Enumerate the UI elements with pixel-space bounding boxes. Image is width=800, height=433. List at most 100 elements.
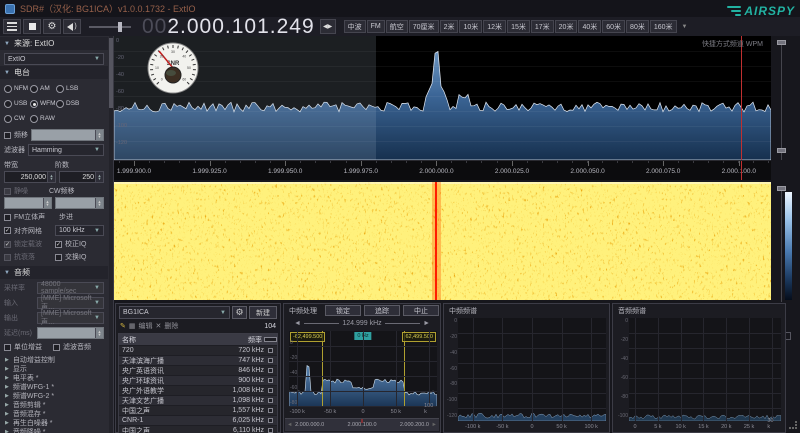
radio-panel-header[interactable]: ▼电台: [0, 66, 108, 79]
profile-select[interactable]: BG1ICA▼: [119, 306, 230, 319]
mode-radio-raw[interactable]: RAW: [30, 111, 56, 126]
table-row[interactable]: 720720 kHz: [119, 345, 277, 355]
col-name[interactable]: 名称: [119, 335, 222, 345]
row-checkbox[interactable]: [264, 418, 277, 423]
lock-carrier-checkbox[interactable]: [4, 241, 11, 248]
table-row[interactable]: 中国之声1,557 kHz: [119, 405, 277, 415]
band-button[interactable]: 40米: [578, 20, 601, 33]
zoom-slider-track[interactable]: [781, 40, 782, 160]
mode-radio-nfm[interactable]: NFM: [4, 81, 30, 96]
table-row[interactable]: CNR-16,025 kHz: [119, 415, 277, 425]
audio-panel-header[interactable]: ▼音频: [0, 266, 108, 279]
tuning-line[interactable]: [741, 36, 742, 160]
row-checkbox[interactable]: [264, 408, 277, 413]
sidebar-scrollbar[interactable]: [109, 36, 113, 433]
band-button[interactable]: FM: [367, 20, 385, 33]
fm-edit-label[interactable]: 编辑: [139, 321, 153, 331]
filter-select[interactable]: Hamming▼: [28, 144, 104, 156]
frequency-step-buttons[interactable]: ◀▶: [320, 19, 336, 34]
band-button[interactable]: 12米: [483, 20, 506, 33]
band-overflow-caret[interactable]: ▼: [682, 24, 688, 30]
band-button[interactable]: 17米: [531, 20, 554, 33]
mute-button[interactable]: ): [63, 19, 81, 34]
delete-x-icon[interactable]: ✕: [156, 322, 162, 330]
span-indicator[interactable]: ◄ 124.999 kHz ►: [284, 317, 440, 329]
source-select[interactable]: ExtIO▼: [4, 53, 104, 65]
unity-gain-checkbox[interactable]: [4, 344, 11, 351]
shift-checkbox[interactable]: [4, 132, 11, 139]
fm-delete-label[interactable]: 删除: [164, 321, 178, 331]
bandwidth-input[interactable]: 250,000▲▼: [4, 171, 56, 183]
mode-radio-dsb[interactable]: DSB: [56, 96, 82, 111]
range-slider-handle[interactable]: [777, 186, 786, 191]
right-edge-value[interactable]: 62,499.500: [402, 332, 436, 342]
waterfall-display[interactable]: [114, 182, 771, 300]
correct-iq-checkbox[interactable]: [55, 241, 62, 248]
row-checkbox[interactable]: [264, 428, 277, 433]
table-header[interactable]: 名称 频率: [119, 334, 277, 345]
volume-slider-handle[interactable]: [118, 22, 122, 32]
filter-audio-checkbox[interactable]: [53, 344, 60, 351]
order-input[interactable]: 250▲▼: [59, 171, 104, 183]
filter-edge-right[interactable]: [404, 331, 405, 407]
volume-slider[interactable]: [89, 26, 131, 28]
row-checkbox[interactable]: [264, 348, 277, 353]
mode-radio-usb[interactable]: USB: [4, 96, 30, 111]
scrollbar-thumb[interactable]: [109, 38, 113, 108]
frequency-display[interactable]: 002.000.101.249: [142, 17, 315, 36]
mode-radio-wfm[interactable]: WFM: [30, 96, 56, 111]
edit-pencil-icon[interactable]: ✎: [120, 322, 126, 330]
band-button[interactable]: 15米: [507, 20, 530, 33]
row-checkbox[interactable]: [264, 398, 277, 403]
contrast-slider-handle[interactable]: [777, 148, 786, 153]
if-spectrum-plot[interactable]: [458, 318, 606, 421]
filter-edge-left[interactable]: [322, 331, 323, 407]
audio-spectrum-plot[interactable]: [629, 318, 781, 421]
spectrum-display[interactable]: 快捷方式频道 WPM SNR 0102030405060 0-20-40-60-…: [114, 36, 771, 160]
table-row[interactable]: 中国之声6,110 kHz: [119, 425, 277, 433]
left-edge-value[interactable]: -62,499.500: [290, 332, 325, 342]
band-button[interactable]: 20米: [555, 20, 578, 33]
table-row[interactable]: 天津文艺广播1,098 kHz: [119, 395, 277, 405]
mode-radio-am[interactable]: AM: [30, 81, 56, 96]
fm-settings-button[interactable]: ⚙: [232, 306, 247, 319]
step-select[interactable]: 100 kHz▼: [55, 225, 104, 236]
table-row[interactable]: 央广环球资讯900 kHz: [119, 375, 277, 385]
band-button[interactable]: 70厘米: [409, 20, 439, 33]
zoom-fft-button[interactable]: 锁定: [325, 305, 361, 316]
band-button[interactable]: 160米: [650, 20, 677, 33]
grid-icon[interactable]: ▦: [129, 322, 136, 330]
snap-grid-checkbox[interactable]: [4, 227, 11, 234]
band-button[interactable]: 航空: [386, 20, 408, 33]
zoom-fft-button[interactable]: 追踪: [364, 305, 400, 316]
range-slider-track[interactable]: [781, 186, 782, 302]
band-button[interactable]: 60米: [602, 20, 625, 33]
zoom-fft-button[interactable]: 中止: [403, 305, 439, 316]
table-row[interactable]: 央广英语资讯846 kHz: [119, 365, 277, 375]
zoom-slider-handle[interactable]: [777, 40, 786, 45]
table-row[interactable]: 央广外语教学1,008 kHz: [119, 385, 277, 395]
band-button[interactable]: 中波: [344, 20, 366, 33]
row-checkbox[interactable]: [264, 388, 277, 393]
band-button[interactable]: 80米: [626, 20, 649, 33]
sidebar-panel-collapsed[interactable]: ▶音频降噪 *: [0, 427, 108, 433]
menu-button[interactable]: [3, 19, 21, 34]
source-panel-header[interactable]: ▼来源: ExtIO: [0, 37, 108, 50]
table-row[interactable]: 天津滨海广播747 kHz: [119, 355, 277, 365]
frequency-scale[interactable]: 1.999.900.01.999.925.01.999.950.01.999.9…: [114, 160, 771, 180]
col-freq[interactable]: 频率: [222, 335, 264, 345]
band-button[interactable]: 10米: [459, 20, 482, 33]
row-checkbox[interactable]: [264, 368, 277, 373]
zoom-fft-freq-bar[interactable]: ◄ 2.000.000.02.000.100.02.000.200.0 ►: [285, 418, 439, 431]
row-checkbox[interactable]: [264, 378, 277, 383]
row-checkbox[interactable]: [264, 358, 277, 363]
anti-fading-checkbox[interactable]: [4, 254, 11, 261]
mode-radio-lsb[interactable]: LSB: [56, 81, 82, 96]
swap-iq-checkbox[interactable]: [55, 254, 62, 261]
resize-grip[interactable]: [789, 421, 797, 429]
band-button[interactable]: 2米: [440, 20, 459, 33]
squelch-checkbox[interactable]: [4, 188, 11, 195]
mode-radio-cw[interactable]: CW: [4, 111, 30, 126]
stop-button[interactable]: [23, 19, 41, 34]
fm-new-button[interactable]: 新建: [249, 306, 277, 319]
